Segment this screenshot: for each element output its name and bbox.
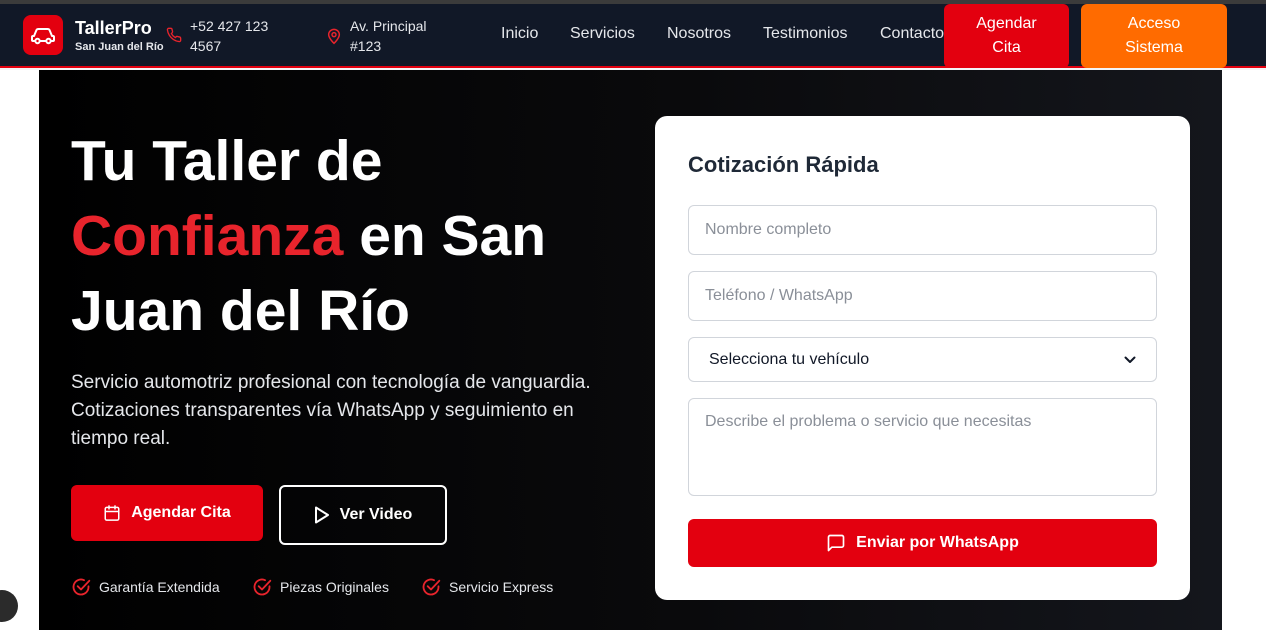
- nav-inicio[interactable]: Inicio: [501, 25, 538, 43]
- calendar-icon: [104, 505, 120, 521]
- page-margin-left: [0, 70, 39, 630]
- agendar-cita-header-button[interactable]: Agendar Cita: [944, 4, 1069, 68]
- hero-title: Tu Taller de Confianza en San Juan del R…: [71, 129, 547, 343]
- brand-name: TallerPro: [75, 18, 152, 38]
- logo[interactable]: [23, 15, 63, 55]
- vehicle-select[interactable]: Selecciona tu vehículo: [688, 337, 1157, 382]
- quote-form-card: Cotización Rápida Selecciona tu vehículo…: [655, 116, 1190, 600]
- page-margin-right: [1222, 70, 1266, 630]
- feature-item: Servicio Express: [421, 577, 553, 597]
- quote-form-title: Cotización Rápida: [688, 152, 879, 177]
- acceso-sistema-button[interactable]: Acceso Sistema: [1081, 4, 1227, 68]
- problem-textarea[interactable]: [688, 398, 1157, 496]
- hero-description: Servicio automotriz profesional con tecn…: [71, 372, 591, 449]
- nav-nosotros[interactable]: Nosotros: [667, 25, 731, 43]
- nav-servicios[interactable]: Servicios: [570, 25, 635, 43]
- nav-contacto[interactable]: Contacto: [880, 25, 944, 43]
- agendar-cita-button[interactable]: Agendar Cita: [71, 485, 263, 541]
- chat-icon: [827, 534, 845, 552]
- check-circle-icon: [422, 578, 441, 596]
- car-icon: [31, 28, 55, 45]
- play-icon: [314, 506, 329, 524]
- nav-testimonios[interactable]: Testimonios: [763, 25, 847, 43]
- address[interactable]: Av. Principal #123: [350, 16, 427, 56]
- send-whatsapp-button[interactable]: Enviar por WhatsApp: [688, 519, 1157, 567]
- feature-item: Piezas Originales: [252, 577, 389, 597]
- ver-video-button[interactable]: Ver Video: [279, 485, 447, 545]
- phone-input[interactable]: [688, 271, 1157, 321]
- check-circle-icon: [72, 578, 91, 596]
- brand[interactable]: TallerPro San Juan del Río: [75, 18, 164, 55]
- map-pin-icon: [327, 28, 341, 45]
- phone-icon: [166, 27, 182, 43]
- phone-number[interactable]: +52 427 123 4567: [190, 16, 268, 56]
- hero-title-accent: Confianza: [71, 204, 344, 268]
- brand-subtitle: San Juan del Río: [75, 41, 164, 53]
- name-input[interactable]: [688, 205, 1157, 255]
- chevron-down-icon: [1124, 356, 1136, 363]
- feature-item: Garantía Extendida: [71, 577, 220, 597]
- site-header: TallerPro San Juan del Río +52 427 123 4…: [0, 4, 1266, 68]
- vehicle-select-value: Selecciona tu vehículo: [709, 350, 870, 368]
- check-circle-icon: [253, 578, 272, 596]
